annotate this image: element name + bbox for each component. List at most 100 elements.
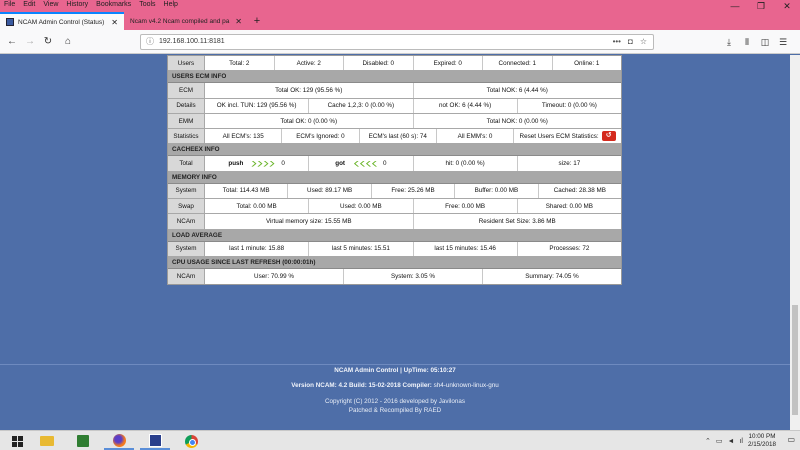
browser-titlebar: File Edit View History Bookmarks Tools H… [0, 0, 800, 30]
section-header-ecm: USERS ECM INFO [168, 71, 621, 84]
got-label: got [335, 160, 346, 168]
memory-swap-row: Swap Total: 0.00 MB Used: 0.00 MB Free: … [168, 199, 621, 215]
tray-network-icon[interactable]: ▭ [716, 437, 723, 445]
stats-all-ecms: All ECM's: 135 [205, 129, 283, 144]
footer-uptime: NCAM Admin Control | UpTime: 05:10:27 [334, 367, 456, 374]
push-label: push [228, 160, 244, 168]
menu-help[interactable]: Help [164, 0, 178, 10]
new-tab-button[interactable]: + [248, 12, 266, 30]
load-5min: last 5 minutes: 15.51 [309, 241, 414, 256]
cpu-system: System: 3.05 % [344, 268, 483, 285]
start-button[interactable] [2, 432, 32, 450]
tray-signal-icon[interactable]: ıl [739, 438, 743, 445]
mem-free: Free: 25.26 MB [372, 183, 456, 199]
store-icon [77, 435, 89, 447]
memory-system-row: System Total: 114.43 MB Used: 89.17 MB F… [168, 183, 621, 200]
footer-copyright: Copyright (C) 2012 - 2016 developed by J… [324, 398, 465, 405]
scrollbar-thumb[interactable] [792, 305, 798, 415]
users-total: Total: 2 [205, 56, 275, 71]
tab-ncam-admin[interactable]: NCAM Admin Control (Status) ✕ [0, 12, 124, 30]
tray-volume-icon[interactable]: ◄ [728, 438, 735, 445]
close-tab-icon[interactable]: ✕ [235, 17, 242, 26]
vertical-scrollbar[interactable] [790, 55, 800, 430]
clock-time: 10:00 PM [748, 433, 776, 440]
menu-file[interactable]: File [4, 0, 15, 10]
users-connected: Connected: 1 [483, 56, 553, 71]
menu-history[interactable]: History [66, 0, 88, 10]
cacheex-row: Total push 0 got 0 hit: 0 (0.00 %) size:… [168, 156, 621, 172]
page-actions-icon[interactable]: ••• [613, 35, 621, 49]
swap-total: Total: 0.00 MB [205, 199, 310, 214]
details-row: Details OK incl. TUN: 129 (95.56 %) Cach… [168, 98, 621, 114]
url-bar[interactable]: ⓘ 192.168.100.11:8181 ••• ◘ ☆ [140, 34, 654, 50]
reload-icon[interactable]: ↻ [40, 34, 56, 50]
cacheex-size: size: 17 [558, 160, 581, 168]
menu-bookmarks[interactable]: Bookmarks [96, 0, 131, 10]
ncam-virtual-memory: Virtual memory size: 15.55 MB [205, 214, 414, 229]
maximize-button[interactable]: ❐ [748, 0, 774, 12]
back-icon[interactable]: ← [4, 34, 20, 50]
details-cache: Cache 1,2,3: 0 (0.00 %) [309, 98, 414, 113]
chrome-icon [184, 434, 198, 448]
row-label: Total [168, 156, 205, 171]
cacheex-push: push 0 [205, 156, 310, 171]
url-tools: ••• ◘ ☆ [613, 35, 647, 49]
swap-used: Used: 0.00 MB [309, 199, 414, 214]
row-label: Statistics [168, 129, 205, 144]
memory-ncam-row: NCAm Virtual memory size: 15.55 MB Resid… [168, 214, 621, 230]
bookmark-star-icon[interactable]: ☆ [640, 35, 647, 49]
library-icon[interactable]: ⫴ [740, 34, 754, 50]
row-label: ECM [168, 83, 205, 98]
taskbar-file-explorer[interactable] [32, 432, 62, 450]
menu-view[interactable]: View [43, 0, 58, 10]
taskbar-firefox[interactable] [104, 432, 134, 450]
taskbar-app[interactable] [140, 432, 170, 450]
taskbar-chrome[interactable] [176, 432, 206, 450]
cpu-user: User: 70.99 % [205, 268, 344, 285]
cpu-summary: Summary: 74.05 % [525, 273, 579, 281]
system-tray: ⌃ ▭ ◄ ıl 10:00 PM 2/15/2018 [705, 432, 776, 450]
pocket-icon[interactable]: ◘ [628, 35, 633, 49]
notification-icon[interactable]: ▭ [787, 435, 795, 444]
row-label: Details [168, 98, 205, 113]
emm-total-nok: Total NOK: 0 (0.00 %) [486, 117, 548, 125]
tab-ncam-compiled[interactable]: Ncam v4.2 Ncam compiled and pa ✕ [124, 12, 248, 30]
mem-total: Total: 114.43 MB [205, 183, 289, 199]
site-info-icon[interactable]: ⓘ [146, 35, 154, 49]
menu-tools[interactable]: Tools [139, 0, 155, 10]
mem-used: Used: 89.17 MB [288, 183, 372, 199]
load-1min: last 1 minute: 15.88 [205, 241, 310, 256]
home-icon[interactable]: ⌂ [60, 34, 76, 50]
row-label: NCAm [168, 268, 205, 285]
ncam-resident-set: Resident Set Size: 3.86 MB [478, 218, 556, 226]
downloads-icon[interactable]: ⤓ [722, 34, 736, 50]
load-15min: last 15 minutes: 15.46 [414, 241, 518, 256]
clock[interactable]: 10:00 PM 2/15/2018 [748, 433, 776, 449]
url-text: 192.168.100.11:8181 [159, 38, 225, 45]
tray-chevron-icon[interactable]: ⌃ [705, 437, 711, 445]
menu-edit[interactable]: Edit [23, 0, 35, 10]
taskbar-store[interactable] [68, 432, 98, 450]
got-arrow-icon [353, 160, 378, 167]
users-online: Online: 1 [574, 59, 600, 67]
mem-cached: Cached: 28.38 MB [553, 187, 606, 195]
hamburger-menu-icon[interactable]: ☰ [776, 34, 790, 50]
close-window-button[interactable]: ✕ [774, 0, 800, 12]
stats-ecms-last: ECM's last (60 s): 74 [360, 129, 437, 144]
row-label: System [168, 183, 205, 199]
footer-version: Version NCAM: 4.2 Build: 15-02-2018 Comp… [291, 382, 432, 389]
windows-icon [11, 435, 23, 447]
ecm-total-nok: Total NOK: 6 (4.44 %) [486, 86, 548, 94]
sidebar-icon[interactable]: ◫ [758, 34, 772, 50]
cacheex-hit: hit: 0 (0.00 %) [414, 156, 518, 171]
tab-strip: NCAM Admin Control (Status) ✕ Ncam v4.2 … [0, 12, 266, 30]
forward-icon[interactable]: → [22, 34, 38, 50]
details-ok-tun: OK incl. TUN: 129 (95.56 %) [205, 98, 310, 113]
close-tab-icon[interactable]: ✕ [111, 18, 118, 27]
users-disabled: Disabled: 0 [344, 56, 414, 71]
users-row: Users Total: 2 Active: 2 Disabled: 0 Exp… [168, 56, 621, 72]
minimize-button[interactable]: — [722, 0, 748, 12]
row-label: Users [168, 56, 205, 71]
reset-icon[interactable]: ↺ [601, 131, 616, 142]
footer-compiler: sh4-unknown-linux-gnu [433, 382, 499, 389]
